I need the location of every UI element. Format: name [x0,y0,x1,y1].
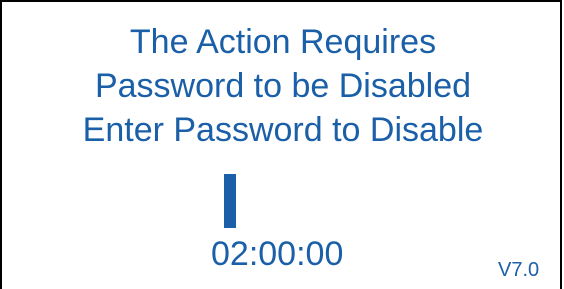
password-disable-screen: The Action Requires Password to be Disab… [0,0,562,289]
prompt-line-2: Password to be Disabled [94,67,472,105]
countdown-timer: 02:00:00 [211,235,344,273]
prompt-line-3: Enter Password to Disable [82,111,484,149]
password-prompt-message: The Action Requires Password to be Disab… [2,20,564,152]
version-label: V7.0 [498,259,540,281]
prompt-line-1: The Action Requires [129,23,437,61]
password-entry-cursor[interactable] [224,174,236,228]
